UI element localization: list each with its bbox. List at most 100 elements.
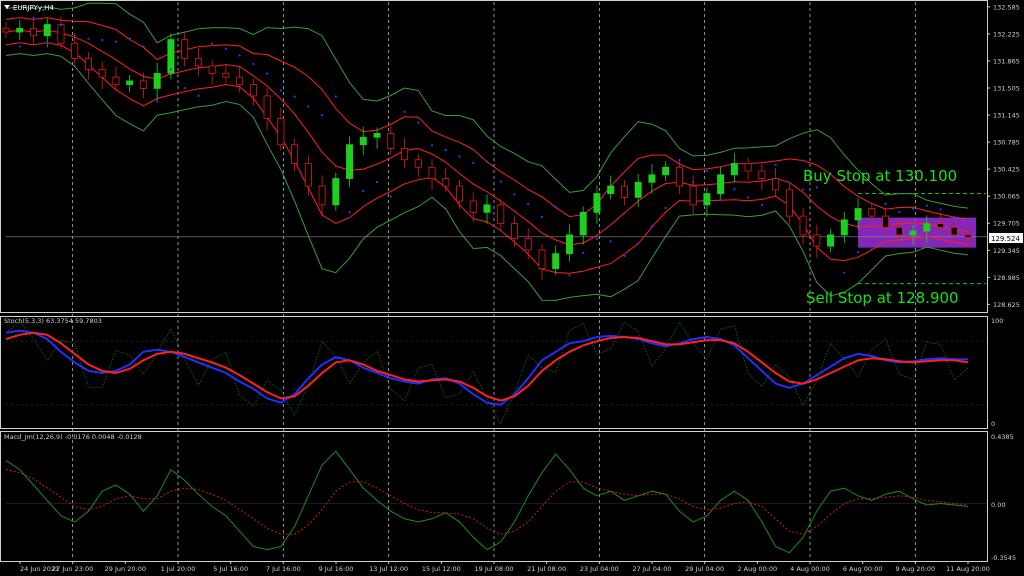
psar-dot xyxy=(843,271,846,274)
candle-body xyxy=(840,219,848,236)
psar-dot xyxy=(458,155,461,158)
time-tick-label: 15 Jul 12:00 xyxy=(422,565,461,573)
psar-dot xyxy=(114,40,118,43)
psar-dot xyxy=(101,38,104,42)
price-tick-label: 131.865 xyxy=(993,57,1020,65)
candle-body xyxy=(593,193,601,213)
price-tick-label: 130.425 xyxy=(993,166,1020,174)
candle-body xyxy=(510,223,518,240)
candle-body xyxy=(346,144,354,179)
psar-dot xyxy=(389,195,392,198)
psar-dot xyxy=(898,210,901,213)
psar-dot xyxy=(183,87,186,90)
price-tick-label: 128.985 xyxy=(993,274,1020,282)
time-tick-label: 29 Jun 20:00 xyxy=(105,565,146,573)
psar-dot xyxy=(788,181,791,184)
candle-body xyxy=(634,181,642,198)
candle-body xyxy=(854,208,862,221)
time-tick-label: 27 Jun 23:00 xyxy=(52,565,93,573)
macd-axis-bottom: -0.3545 xyxy=(991,554,1016,562)
psar-dot xyxy=(266,72,269,75)
psar-dot xyxy=(73,34,76,38)
psar-dot xyxy=(375,180,379,184)
psar-dot xyxy=(293,95,296,98)
price-tick-label: 131.505 xyxy=(993,85,1020,93)
psar-dot xyxy=(444,148,447,152)
time-tick-label: 11 Aug 20:00 xyxy=(946,565,990,573)
time-tick-label: 5 Jul 16:00 xyxy=(213,565,248,573)
candle-body xyxy=(194,57,202,67)
psar-dot xyxy=(774,163,777,166)
psar-dot xyxy=(499,180,502,183)
psar-dot xyxy=(224,47,227,50)
candle-body xyxy=(277,118,285,146)
candle-body xyxy=(565,234,573,255)
candle-body xyxy=(689,185,697,206)
price-tick-label: 130.785 xyxy=(993,139,1020,147)
psar-dot xyxy=(623,254,626,258)
candle-body xyxy=(524,238,532,251)
candle-body xyxy=(620,185,628,198)
candle-body xyxy=(730,163,738,176)
candle-body xyxy=(16,27,24,33)
candle-body xyxy=(291,144,299,164)
psar-dot xyxy=(939,208,942,211)
candle-body xyxy=(139,80,147,89)
candle-body xyxy=(579,211,587,236)
candle-body xyxy=(428,166,436,179)
psar-dot xyxy=(87,37,90,40)
candle-body xyxy=(263,95,271,119)
psar-dot xyxy=(362,189,365,192)
sell-stop-annotation: Sell Stop at 128.900 xyxy=(806,289,959,307)
psar-dot xyxy=(568,274,571,277)
candle-body xyxy=(675,166,683,187)
price-tick-label: 129.705 xyxy=(993,220,1020,228)
chart-background xyxy=(0,0,1024,576)
macd-label: Macd_Jm(12,26,9) -0.0176 0.0048 -0.0128 xyxy=(4,433,142,441)
psar-dot xyxy=(650,225,654,228)
psar-dot xyxy=(815,186,818,189)
macd-axis-zero: 0.00 xyxy=(991,501,1005,509)
psar-dot xyxy=(747,196,750,199)
candle-body xyxy=(414,159,422,168)
time-tick-label: 9 Jul 16:00 xyxy=(319,565,354,573)
time-tick-label: 2 Aug 00:00 xyxy=(737,565,777,573)
psar-dot xyxy=(252,62,255,66)
price-tick-label: 128.625 xyxy=(993,301,1020,309)
candle-body xyxy=(332,178,340,206)
psar-dot xyxy=(595,237,599,240)
psar-dot xyxy=(403,110,406,113)
psar-dot xyxy=(211,42,214,45)
candle-body xyxy=(236,76,244,86)
psar-dot xyxy=(156,100,159,103)
candle-body xyxy=(442,178,450,187)
trading-chart[interactable]: 132.585 132.225 131.865 131.505 131.145 130.7… xyxy=(0,0,1024,576)
psar-dot xyxy=(554,206,557,209)
time-tick-label: 29 Jul 04:00 xyxy=(685,565,724,573)
candle-body xyxy=(607,185,615,194)
candle-body xyxy=(359,136,367,146)
price-tick-label: 132.225 xyxy=(993,30,1020,38)
candle-body xyxy=(895,226,903,236)
psar-dot xyxy=(197,94,200,97)
psar-dot xyxy=(692,181,695,184)
psar-dot xyxy=(472,161,475,164)
candle-body xyxy=(373,133,381,138)
candle-body xyxy=(552,253,560,270)
candle-body xyxy=(497,204,505,225)
time-tick-label: 21 Jul 08:00 xyxy=(527,565,566,573)
psar-dot xyxy=(430,144,434,147)
candle-body xyxy=(304,163,312,187)
psar-dot xyxy=(540,215,544,219)
candle-body xyxy=(401,148,409,161)
psar-dot xyxy=(485,160,489,164)
candle-body xyxy=(483,204,491,213)
psar-dot xyxy=(320,114,324,117)
buy-stop-annotation: Buy Stop at 130.100 xyxy=(803,167,957,185)
candle-body xyxy=(318,185,326,206)
candle-body xyxy=(387,133,395,149)
psar-dot xyxy=(801,188,805,191)
candle-body xyxy=(538,249,546,270)
macd-axis-top: 0.4385 xyxy=(991,433,1014,441)
candle-body xyxy=(98,69,106,78)
